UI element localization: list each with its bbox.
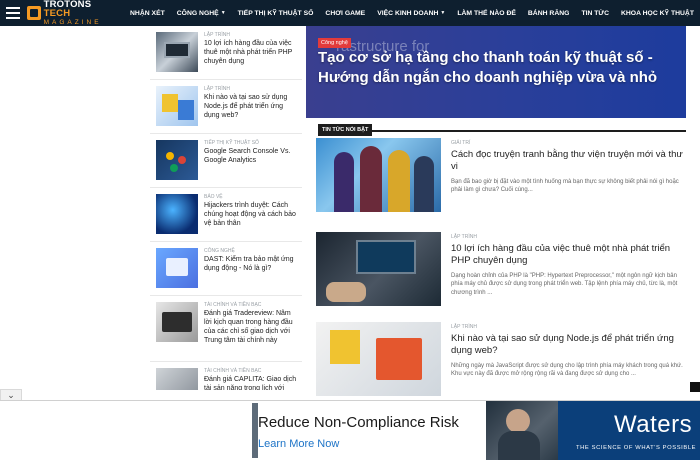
- nav-item-lam-the-nao[interactable]: LÀM THẾ NÀO ĐỂ: [451, 0, 522, 26]
- featured-article[interactable]: LẬP TRÌNH Khi nào và tại sao sử dụng Nod…: [316, 322, 686, 396]
- article-category[interactable]: LẬP TRÌNH: [204, 86, 298, 92]
- article-title[interactable]: Khi nào và tại sao sử dụng Node.js để ph…: [204, 94, 298, 121]
- logo-word-2: TECH: [43, 8, 71, 20]
- nav-item-nhan-xet[interactable]: NHẬN XÉT: [124, 0, 171, 26]
- article-title[interactable]: Đánh giá Tradereview: Nâm lời kịch quan …: [204, 310, 298, 346]
- article-thumbnail[interactable]: [156, 194, 198, 234]
- nav-item-tin-tuc[interactable]: TIN TỨC: [575, 0, 615, 26]
- article-thumbnail[interactable]: [156, 248, 198, 288]
- nav-item-choi-game[interactable]: CHƠI GAME: [319, 0, 371, 26]
- article-title[interactable]: Hijackers trình duyệt: Cách chúng hoạt đ…: [204, 202, 298, 229]
- article-thumbnail[interactable]: [156, 86, 198, 126]
- article-category[interactable]: LẬP TRÌNH: [451, 324, 686, 330]
- nav-item-kinh-doanh[interactable]: VIỆC KINH DOANH ▼: [371, 0, 451, 26]
- article-excerpt: Bạn đã bao giờ bị đặt vào một tình huống…: [451, 178, 679, 194]
- hero-featured-article[interactable]: rastructure for Công nghệ Tạo cơ sở hạ t…: [306, 26, 686, 118]
- article-category[interactable]: TÀI CHÍNH VÀ TIỀN BẠC: [204, 368, 298, 374]
- article-category[interactable]: TIẾP THỊ KỸ THUẬT SỐ: [204, 140, 298, 146]
- featured-article[interactable]: LẬP TRÌNH 10 lợi ích hàng đầu của việc t…: [316, 232, 686, 306]
- article-thumbnail[interactable]: [316, 232, 441, 306]
- article-title[interactable]: Khi nào và tại sao sử dụng Node.js để ph…: [451, 333, 686, 358]
- article-thumbnail[interactable]: [156, 32, 198, 72]
- article-category[interactable]: CÔNG NGHỆ: [204, 248, 298, 254]
- logo-icon: [27, 6, 41, 20]
- logo-subtitle: MAGAZINE: [43, 18, 102, 26]
- article-thumbnail[interactable]: [156, 368, 198, 390]
- ad-photo: [486, 401, 558, 460]
- article-thumbnail[interactable]: [316, 322, 441, 396]
- sidebar-article[interactable]: TÀI CHÍNH VÀ TIỀN BẠC Đánh giá Traderevi…: [150, 296, 302, 362]
- chevron-down-icon: ⌄: [7, 389, 15, 400]
- sidebar-article[interactable]: BẢO VỆ Hijackers trình duyệt: Cách chúng…: [150, 188, 302, 242]
- article-category[interactable]: TÀI CHÍNH VÀ TIỀN BẠC: [204, 302, 298, 308]
- article-title[interactable]: 10 lợi ích hàng đầu của việc thuê một nh…: [204, 40, 298, 67]
- ad-learn-more-link[interactable]: Learn More Now: [258, 438, 339, 450]
- ad-headline[interactable]: Reduce Non-Compliance Risk: [258, 414, 459, 431]
- section-heading: TIN TỨC NỔI BẬT: [318, 118, 686, 136]
- article-category[interactable]: LẬP TRÌNH: [451, 234, 686, 240]
- ad-brand-logo: Waters: [614, 411, 693, 438]
- article-category[interactable]: GIẢI TRÍ: [451, 140, 686, 146]
- article-thumbnail[interactable]: [156, 140, 198, 180]
- nav-menu: NHẬN XÉT CÔNG NGHỆ ▼ TIẾP THỊ KỸ THUẬT SỐ…: [124, 0, 700, 26]
- nav-item-tiep-thi[interactable]: TIẾP THỊ KỸ THUẬT SỐ: [232, 0, 320, 26]
- article-title[interactable]: Google Search Console Vs. Google Analyti…: [204, 148, 298, 166]
- hero-title[interactable]: Tạo cơ sở hạ tầng cho thanh toán kỹ thuậ…: [318, 48, 686, 88]
- ad-brand-tagline: THE SCIENCE OF WHAT'S POSSIBLE: [576, 445, 697, 451]
- article-category[interactable]: LẬP TRÌNH: [204, 32, 298, 38]
- sidebar-article[interactable]: TIẾP THỊ KỸ THUẬT SỐ Google Search Conso…: [150, 134, 302, 188]
- sidebar-article[interactable]: LẬP TRÌNH Khi nào và tại sao sử dụng Nod…: [150, 80, 302, 134]
- article-excerpt: Những ngày mà JavaScript được sử dụng ch…: [451, 362, 683, 378]
- article-title[interactable]: 10 lợi ích hàng đầu của việc thuê một nh…: [451, 243, 686, 268]
- hero-category-badge[interactable]: Công nghệ: [318, 38, 351, 48]
- site-logo[interactable]: TROTONS TECH MAGAZINE: [27, 0, 118, 26]
- article-category[interactable]: BẢO VỆ: [204, 194, 298, 200]
- sidebar-article[interactable]: LẬP TRÌNH 10 lợi ích hàng đầu của việc t…: [150, 26, 302, 80]
- bottom-ad-banner[interactable]: Reduce Non-Compliance Risk Learn More No…: [0, 401, 700, 460]
- nav-item-cong-nghe[interactable]: CÔNG NGHỆ ▼: [171, 0, 232, 26]
- article-title[interactable]: Cách đọc truyện tranh bằng thư viện truy…: [451, 149, 686, 174]
- nav-item-banh-rang[interactable]: BÁNH RĂNG: [522, 0, 576, 26]
- ad-brand-panel[interactable]: Waters THE SCIENCE OF WHAT'S POSSIBLE: [558, 401, 700, 460]
- sidebar-article-list: LẬP TRÌNH 10 lợi ích hàng đầu của việc t…: [150, 26, 302, 390]
- page-edge-strip: [690, 382, 700, 392]
- article-title[interactable]: DAST: Kiểm tra bảo mật ứng dụng động - N…: [204, 256, 298, 274]
- section-label: TIN TỨC NỔI BẬT: [318, 124, 373, 136]
- nav-item-khoa-hoc[interactable]: KHOA HỌC KỸ THUẬT: [615, 0, 700, 26]
- sidebar-article[interactable]: TÀI CHÍNH VÀ TIỀN BẠC Đánh giá CAPLITA: …: [150, 362, 302, 390]
- article-thumbnail[interactable]: [316, 138, 441, 212]
- featured-article[interactable]: GIẢI TRÍ Cách đọc truyện tranh bằng thư …: [316, 138, 686, 212]
- chevron-down-icon: ▼: [440, 10, 446, 16]
- top-navbar: TROTONS TECH MAGAZINE NHẬN XÉT CÔNG NGHỆ…: [0, 0, 700, 26]
- article-title[interactable]: Đánh giá CAPLITA: Giao dịch tài sản nặng…: [204, 376, 298, 390]
- article-excerpt: Dạng hoàn chỉnh của PHP là "PHP: Hyperte…: [451, 272, 678, 297]
- menu-icon[interactable]: [0, 0, 25, 26]
- sidebar-article[interactable]: CÔNG NGHỆ DAST: Kiểm tra bảo mật ứng dụn…: [150, 242, 302, 296]
- article-thumbnail[interactable]: [156, 302, 198, 342]
- chevron-down-icon: ▼: [220, 10, 226, 16]
